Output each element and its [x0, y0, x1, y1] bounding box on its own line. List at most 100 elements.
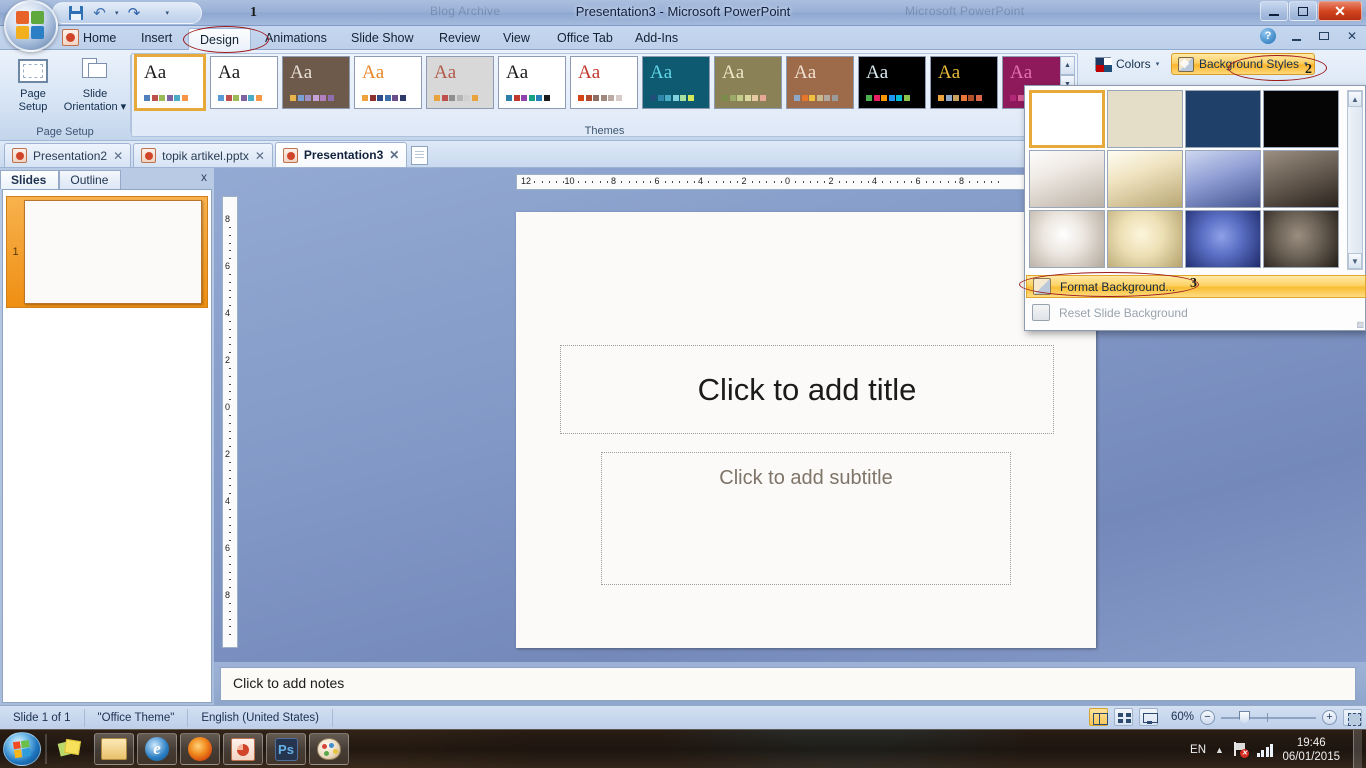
close-button[interactable]: ✕	[1318, 1, 1362, 21]
resize-grip-icon[interactable]: ▨	[1356, 320, 1364, 329]
taskbar-photoshop[interactable]: Ps	[266, 733, 306, 765]
tab-office-tab[interactable]: Office Tab	[546, 26, 624, 50]
background-style-swatch[interactable]	[1029, 90, 1105, 148]
background-menu-scroll-down-icon[interactable]: ▼	[1348, 253, 1362, 269]
minimize-button[interactable]	[1260, 1, 1288, 21]
theme-thumbnail[interactable]: Aa	[354, 56, 422, 109]
save-icon[interactable]	[67, 5, 84, 22]
tab-animations[interactable]: Animations	[254, 26, 338, 50]
slide-canvas[interactable]: Click to add title Click to add subtitle	[516, 212, 1096, 648]
taskbar-windows-explorer[interactable]	[94, 733, 134, 765]
tray-language[interactable]: EN	[1190, 744, 1206, 756]
taskbar-paint[interactable]	[309, 733, 349, 765]
theme-thumbnail[interactable]: Aa	[930, 56, 998, 109]
network-icon[interactable]	[1256, 743, 1274, 757]
tab-insert[interactable]: Insert	[130, 26, 183, 50]
tray-show-hidden-icon[interactable]: ▲	[1215, 745, 1224, 755]
background-style-swatch[interactable]	[1185, 150, 1261, 208]
slide-thumbnail-item[interactable]: 1	[6, 196, 208, 308]
slide-thumbnail-list[interactable]: 1	[2, 189, 212, 703]
taskbar-internet-explorer[interactable]: e	[137, 733, 177, 765]
zoom-out-button[interactable]: −	[1200, 709, 1215, 725]
taskbar-sticky-notes[interactable]	[51, 733, 91, 765]
title-placeholder[interactable]: Click to add title	[560, 345, 1054, 434]
themes-scroll-up-icon[interactable]: ▲	[1060, 56, 1075, 76]
doc-tab-close-icon[interactable]: ✕	[389, 148, 399, 162]
tab-review[interactable]: Review	[428, 26, 491, 50]
background-style-swatch[interactable]	[1029, 150, 1105, 208]
zoom-in-button[interactable]: +	[1322, 709, 1337, 725]
document-restore-button[interactable]	[1316, 32, 1332, 40]
theme-thumbnail[interactable]: Aa	[858, 56, 926, 109]
theme-thumbnail[interactable]: Aa	[642, 56, 710, 109]
office-orb-button[interactable]	[4, 0, 58, 52]
theme-thumbnail[interactable]: Aa	[426, 56, 494, 109]
undo-icon[interactable]: ↶	[91, 5, 108, 22]
background-styles-menu[interactable]: ▲ ▼ Format Background... Reset Slide Bac…	[1024, 85, 1366, 331]
background-style-swatch[interactable]	[1263, 210, 1339, 268]
theme-thumbnail[interactable]: Aa	[498, 56, 566, 109]
ruler-mark: 6	[915, 176, 921, 186]
background-style-swatch[interactable]	[1185, 90, 1261, 148]
slide-sorter-icon[interactable]	[1114, 708, 1133, 726]
theme-thumbnail[interactable]: Aa	[714, 56, 782, 109]
theme-thumbnail[interactable]: Aa	[786, 56, 854, 109]
panel-tab-slides[interactable]: Slides	[0, 170, 60, 189]
themes-thumbnail-strip[interactable]: Aa Aa Aa Aa Aa Aa Aa Aa Aa Aa Aa Aa Aa	[134, 54, 1070, 116]
tab-view[interactable]: View	[492, 26, 541, 50]
background-style-swatch[interactable]	[1107, 150, 1183, 208]
undo-dropdown-icon[interactable]: ▾	[115, 9, 119, 17]
background-style-swatch[interactable]	[1029, 210, 1105, 268]
background-style-swatch[interactable]	[1107, 90, 1183, 148]
theme-colors-caret-icon[interactable]: ▾	[1156, 60, 1160, 68]
ruler-mark: 4	[698, 176, 704, 186]
notes-input[interactable]: Click to add notes	[220, 667, 1356, 701]
action-center-icon[interactable]: ✕	[1233, 742, 1249, 758]
background-style-swatch[interactable]	[1185, 210, 1261, 268]
theme-thumbnail[interactable]: Aa	[210, 56, 278, 109]
theme-thumbnail[interactable]: Aa	[134, 54, 206, 111]
tab-home[interactable]: Home	[72, 26, 127, 50]
slide-show-icon[interactable]	[1139, 708, 1158, 726]
fit-to-window-icon[interactable]	[1343, 708, 1362, 726]
slides-panel-close-icon[interactable]: x	[201, 170, 207, 184]
panel-tab-outline[interactable]: Outline	[59, 170, 122, 189]
theme-thumbnail[interactable]: Aa	[282, 56, 350, 109]
new-document-icon[interactable]	[411, 146, 429, 165]
tab-add-ins[interactable]: Add-Ins	[624, 26, 689, 50]
doc-tab-label: Presentation2	[33, 148, 108, 163]
taskbar-powerpoint[interactable]	[223, 733, 263, 765]
normal-view-icon[interactable]	[1089, 708, 1108, 726]
tab-slide-show[interactable]: Slide Show	[340, 26, 425, 50]
show-desktop-button[interactable]	[1353, 730, 1362, 768]
background-style-swatch[interactable]	[1263, 150, 1339, 208]
start-button[interactable]	[3, 732, 41, 766]
zoom-slider[interactable]	[1221, 710, 1316, 725]
theme-colors-label: Colors	[1116, 56, 1151, 71]
background-menu-scroll-up-icon[interactable]: ▲	[1348, 91, 1362, 107]
doc-tab-presentation2[interactable]: Presentation2 ✕	[4, 143, 132, 167]
background-style-swatch[interactable]	[1263, 90, 1339, 148]
background-menu-scrollbar[interactable]: ▲ ▼	[1347, 90, 1363, 270]
zoom-slider-thumb[interactable]	[1239, 710, 1250, 725]
theme-thumbnail[interactable]: Aa	[570, 56, 638, 109]
page-setup-button[interactable]: Page Setup	[4, 54, 62, 114]
clock[interactable]: 19:46 06/01/2015	[1282, 736, 1340, 764]
help-icon[interactable]: ?	[1260, 28, 1276, 44]
doc-tab-close-icon[interactable]: ✕	[113, 149, 123, 163]
doc-tab-presentation3[interactable]: Presentation3 ✕	[274, 142, 408, 167]
background-styles-swatch-grid[interactable]	[1029, 90, 1343, 270]
document-close-button[interactable]: ✕	[1344, 29, 1360, 43]
doc-tab-close-icon[interactable]: ✕	[255, 149, 265, 163]
slide-orientation-button[interactable]: Slide Orientation ▾	[62, 54, 128, 114]
document-minimize-button[interactable]	[1288, 31, 1304, 41]
restore-button[interactable]	[1289, 1, 1317, 21]
doc-tab-topik-artikel[interactable]: topik artikel.pptx ✕	[133, 143, 273, 167]
redo-icon[interactable]: ↷	[126, 5, 143, 22]
background-styles-button[interactable]: Background Styles ▾	[1171, 53, 1315, 75]
tab-design[interactable]: Design	[188, 28, 251, 51]
background-style-swatch[interactable]	[1107, 210, 1183, 268]
taskbar-firefox[interactable]	[180, 733, 220, 765]
customize-qat-icon[interactable]: ▾	[166, 9, 170, 17]
subtitle-placeholder[interactable]: Click to add subtitle	[601, 452, 1011, 585]
